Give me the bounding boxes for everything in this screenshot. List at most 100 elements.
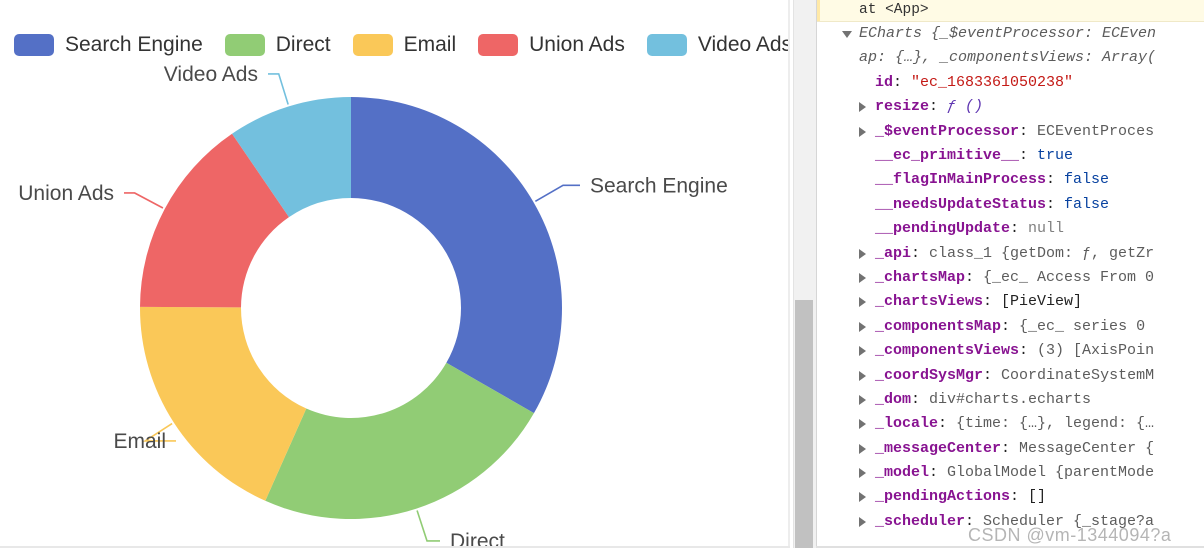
property-key: _coordSysMgr <box>875 366 984 384</box>
pie-label-leader-line <box>416 510 440 542</box>
property-separator: : <box>938 415 957 433</box>
legend-item-email[interactable]: Email <box>352 33 456 57</box>
property-value: (3) [AxisPoin <box>1037 342 1155 360</box>
property-key: resize <box>875 98 930 116</box>
warning-text: at <App> <box>859 2 929 18</box>
property-value: false <box>1064 195 1110 213</box>
console-property-row[interactable]: _componentsMap: {_ec_ series 0 <box>817 315 1204 339</box>
expand-triangle-icon[interactable] <box>842 31 852 38</box>
legend-swatch-icon <box>352 34 393 56</box>
console-property-row[interactable]: _coordSysMgr: CoordinateSystemM <box>817 364 1204 388</box>
property-separator: : <box>983 366 1002 384</box>
console-property-row[interactable]: id: "ec_1683361050238" <box>817 71 1204 95</box>
screenshot-root: Search Engine Direct Email Union Ads Video A… <box>0 0 1204 553</box>
console-property-row[interactable]: resize: ƒ () <box>817 95 1204 119</box>
expand-triangle-icon[interactable] <box>859 468 866 479</box>
console-property-row[interactable]: _componentsViews: (3) [AxisPoin <box>817 339 1204 363</box>
property-separator: : <box>1046 171 1065 189</box>
console-property-row[interactable]: __needsUpdateStatus: false <box>817 193 1204 217</box>
property-value: null <box>1028 220 1065 238</box>
chart-legend: Search Engine Direct Email Union Ads Video A… <box>14 33 790 57</box>
expand-triangle-icon[interactable] <box>859 346 866 357</box>
devtools-console-pane: at <App> ECharts {_$eventProcessor: ECEv… <box>816 0 1204 553</box>
expand-triangle-icon[interactable] <box>859 443 866 454</box>
console-property-row[interactable]: _model: GlobalModel {parentMode <box>817 461 1204 485</box>
console-property-row[interactable]: _locale: {time: {…}, legend: {… <box>817 412 1204 436</box>
legend-item-direct[interactable]: Direct <box>224 33 331 57</box>
legend-item-video-ads[interactable]: Video Ads <box>646 33 790 57</box>
console-property-row[interactable]: _dom: div#charts.echarts <box>817 388 1204 412</box>
property-key: __flagInMainProcess <box>875 171 1047 189</box>
property-separator: : <box>1010 220 1029 238</box>
legend-item-union-ads[interactable]: Union Ads <box>478 33 625 57</box>
expand-triangle-icon[interactable] <box>859 321 866 332</box>
property-key: _locale <box>875 415 939 433</box>
property-separator: : <box>1019 146 1038 164</box>
object-header[interactable]: ECharts {_$eventProcessor: ECEven ap: {…… <box>817 22 1204 71</box>
console-warning-row[interactable]: at <App> <box>817 0 1204 22</box>
expand-triangle-icon[interactable] <box>859 102 866 113</box>
property-value: true <box>1037 146 1074 164</box>
pie-label-leader-line <box>124 192 164 209</box>
expand-triangle-icon[interactable] <box>859 248 866 259</box>
legend-swatch-icon <box>14 34 54 56</box>
legend-swatch-icon <box>646 34 687 56</box>
expand-triangle-icon[interactable] <box>859 370 866 381</box>
console-property-row[interactable]: __flagInMainProcess: false <box>817 168 1204 192</box>
console-property-row[interactable]: _scheduler: Scheduler {_stage?a <box>817 510 1204 534</box>
pie-slice-label-video-ads: Video Ads <box>164 63 258 86</box>
warning-left-rule <box>817 0 820 21</box>
property-value: false <box>1064 171 1110 189</box>
console-property-row[interactable]: _api: class_1 {getDom: ƒ, getZr <box>817 242 1204 266</box>
property-key: _chartsViews <box>875 293 984 311</box>
legend-swatch-icon <box>224 34 265 56</box>
property-key: _api <box>875 244 912 262</box>
property-value: GlobalModel {parentMode <box>947 464 1155 482</box>
pie-slice-label-search-engine: Search Engine <box>590 174 728 197</box>
console-property-row[interactable]: _chartsViews: [PieView] <box>817 290 1204 314</box>
pie-slice-label-email: Email <box>113 430 166 453</box>
property-value: div#charts.echarts <box>929 390 1092 408</box>
pane-divider-right <box>788 0 790 546</box>
expand-triangle-icon[interactable] <box>859 419 866 430</box>
console-property-row[interactable]: __pendingUpdate: null <box>817 217 1204 241</box>
property-value: CoordinateSystemM <box>1001 366 1155 384</box>
expand-triangle-icon[interactable] <box>859 272 866 283</box>
legend-item-label: Video Ads <box>697 33 790 56</box>
donut-chart: Search Engine Direct Email Union Ads Video A… <box>18 63 728 546</box>
property-key: __ec_primitive__ <box>875 146 1020 164</box>
console-property-row[interactable]: _messageCenter: MessageCenter { <box>817 437 1204 461</box>
legend-item-label: Union Ads <box>529 33 625 56</box>
legend-swatch-icon <box>478 34 519 56</box>
property-separator: : <box>983 293 1002 311</box>
object-header-line2: ap: {…}, _componentsViews: Array( <box>859 49 1157 67</box>
page-scrollbar-thumb[interactable] <box>795 300 813 548</box>
pie-label-leader-line <box>268 73 289 105</box>
property-key: _model <box>875 464 930 482</box>
legend-item-label: Direct <box>275 33 331 56</box>
property-value: MessageCenter { <box>1019 439 1155 457</box>
console-property-row[interactable]: _chartsMap: {_ec_ Access From 0 <box>817 266 1204 290</box>
property-value: [] <box>1028 488 1047 506</box>
legend-item-search-engine[interactable]: Search Engine <box>14 33 203 57</box>
property-value: ƒ () <box>947 98 984 116</box>
property-separator: : <box>929 464 948 482</box>
pie-slice-label-direct: Direct <box>450 530 505 546</box>
property-separator: : <box>1001 317 1020 335</box>
expand-triangle-icon[interactable] <box>859 492 866 503</box>
property-key: _componentsMap <box>875 317 1002 335</box>
expand-triangle-icon[interactable] <box>859 297 866 308</box>
bottom-strip <box>0 548 1204 553</box>
property-key: __needsUpdateStatus <box>875 195 1047 213</box>
property-separator: : <box>1010 488 1029 506</box>
property-key: _messageCenter <box>875 439 1002 457</box>
property-key: _pendingActions <box>875 488 1011 506</box>
expand-triangle-icon[interactable] <box>859 516 866 527</box>
console-property-row[interactable]: __ec_primitive__: true <box>817 144 1204 168</box>
expand-triangle-icon[interactable] <box>859 394 866 405</box>
console-property-row[interactable]: _$eventProcessor: ECEventProces <box>817 120 1204 144</box>
property-separator: : <box>1046 195 1065 213</box>
pie-slice-search-engine[interactable] <box>351 97 563 414</box>
expand-triangle-icon[interactable] <box>859 126 866 137</box>
console-property-row[interactable]: _pendingActions: [] <box>817 485 1204 509</box>
